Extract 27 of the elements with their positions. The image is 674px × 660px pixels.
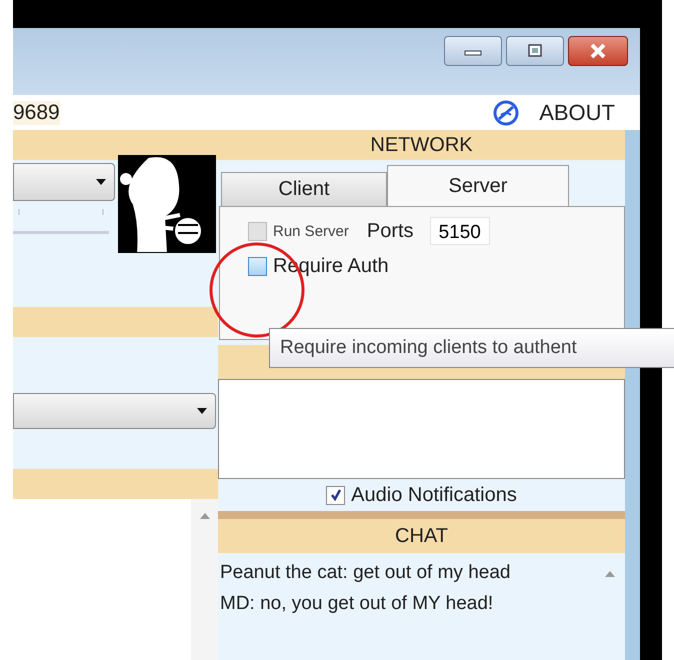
about-icon[interactable] bbox=[493, 100, 520, 126]
section-header: NETWORK bbox=[218, 130, 625, 160]
tooltip: Require incoming clients to authent bbox=[269, 328, 674, 368]
port-field[interactable]: 5150 bbox=[430, 217, 490, 245]
section-header: CHAT bbox=[218, 519, 625, 553]
caret-icon bbox=[197, 408, 207, 414]
scroll-up-icon[interactable] bbox=[605, 571, 615, 577]
chat-message: Peanut the cat: get out of my head bbox=[220, 561, 512, 585]
maximize-button[interactable] bbox=[506, 36, 564, 66]
tab[interactable]: Server bbox=[387, 165, 569, 206]
caret-icon bbox=[96, 179, 106, 185]
close-button[interactable] bbox=[568, 36, 628, 66]
about-link[interactable]: ABOUT bbox=[539, 100, 615, 126]
checkbox[interactable] bbox=[248, 257, 267, 276]
dropdown[interactable] bbox=[13, 163, 115, 201]
user-list[interactable] bbox=[218, 379, 625, 479]
chat-message: MD: no, you get out of MY head! bbox=[220, 592, 494, 616]
dropdown[interactable] bbox=[13, 393, 216, 429]
window-title: 9689 bbox=[13, 100, 60, 124]
checkmark-icon bbox=[330, 489, 342, 501]
minimize-button[interactable] bbox=[444, 36, 502, 66]
checkbox-label: Run Server bbox=[273, 222, 349, 240]
tab[interactable]: Client bbox=[221, 172, 387, 206]
scroll-up-icon[interactable] bbox=[200, 513, 210, 519]
checkbox[interactable] bbox=[326, 486, 346, 504]
checkbox-label: Audio Notifications bbox=[351, 484, 517, 506]
ports-label: Ports bbox=[366, 220, 414, 242]
